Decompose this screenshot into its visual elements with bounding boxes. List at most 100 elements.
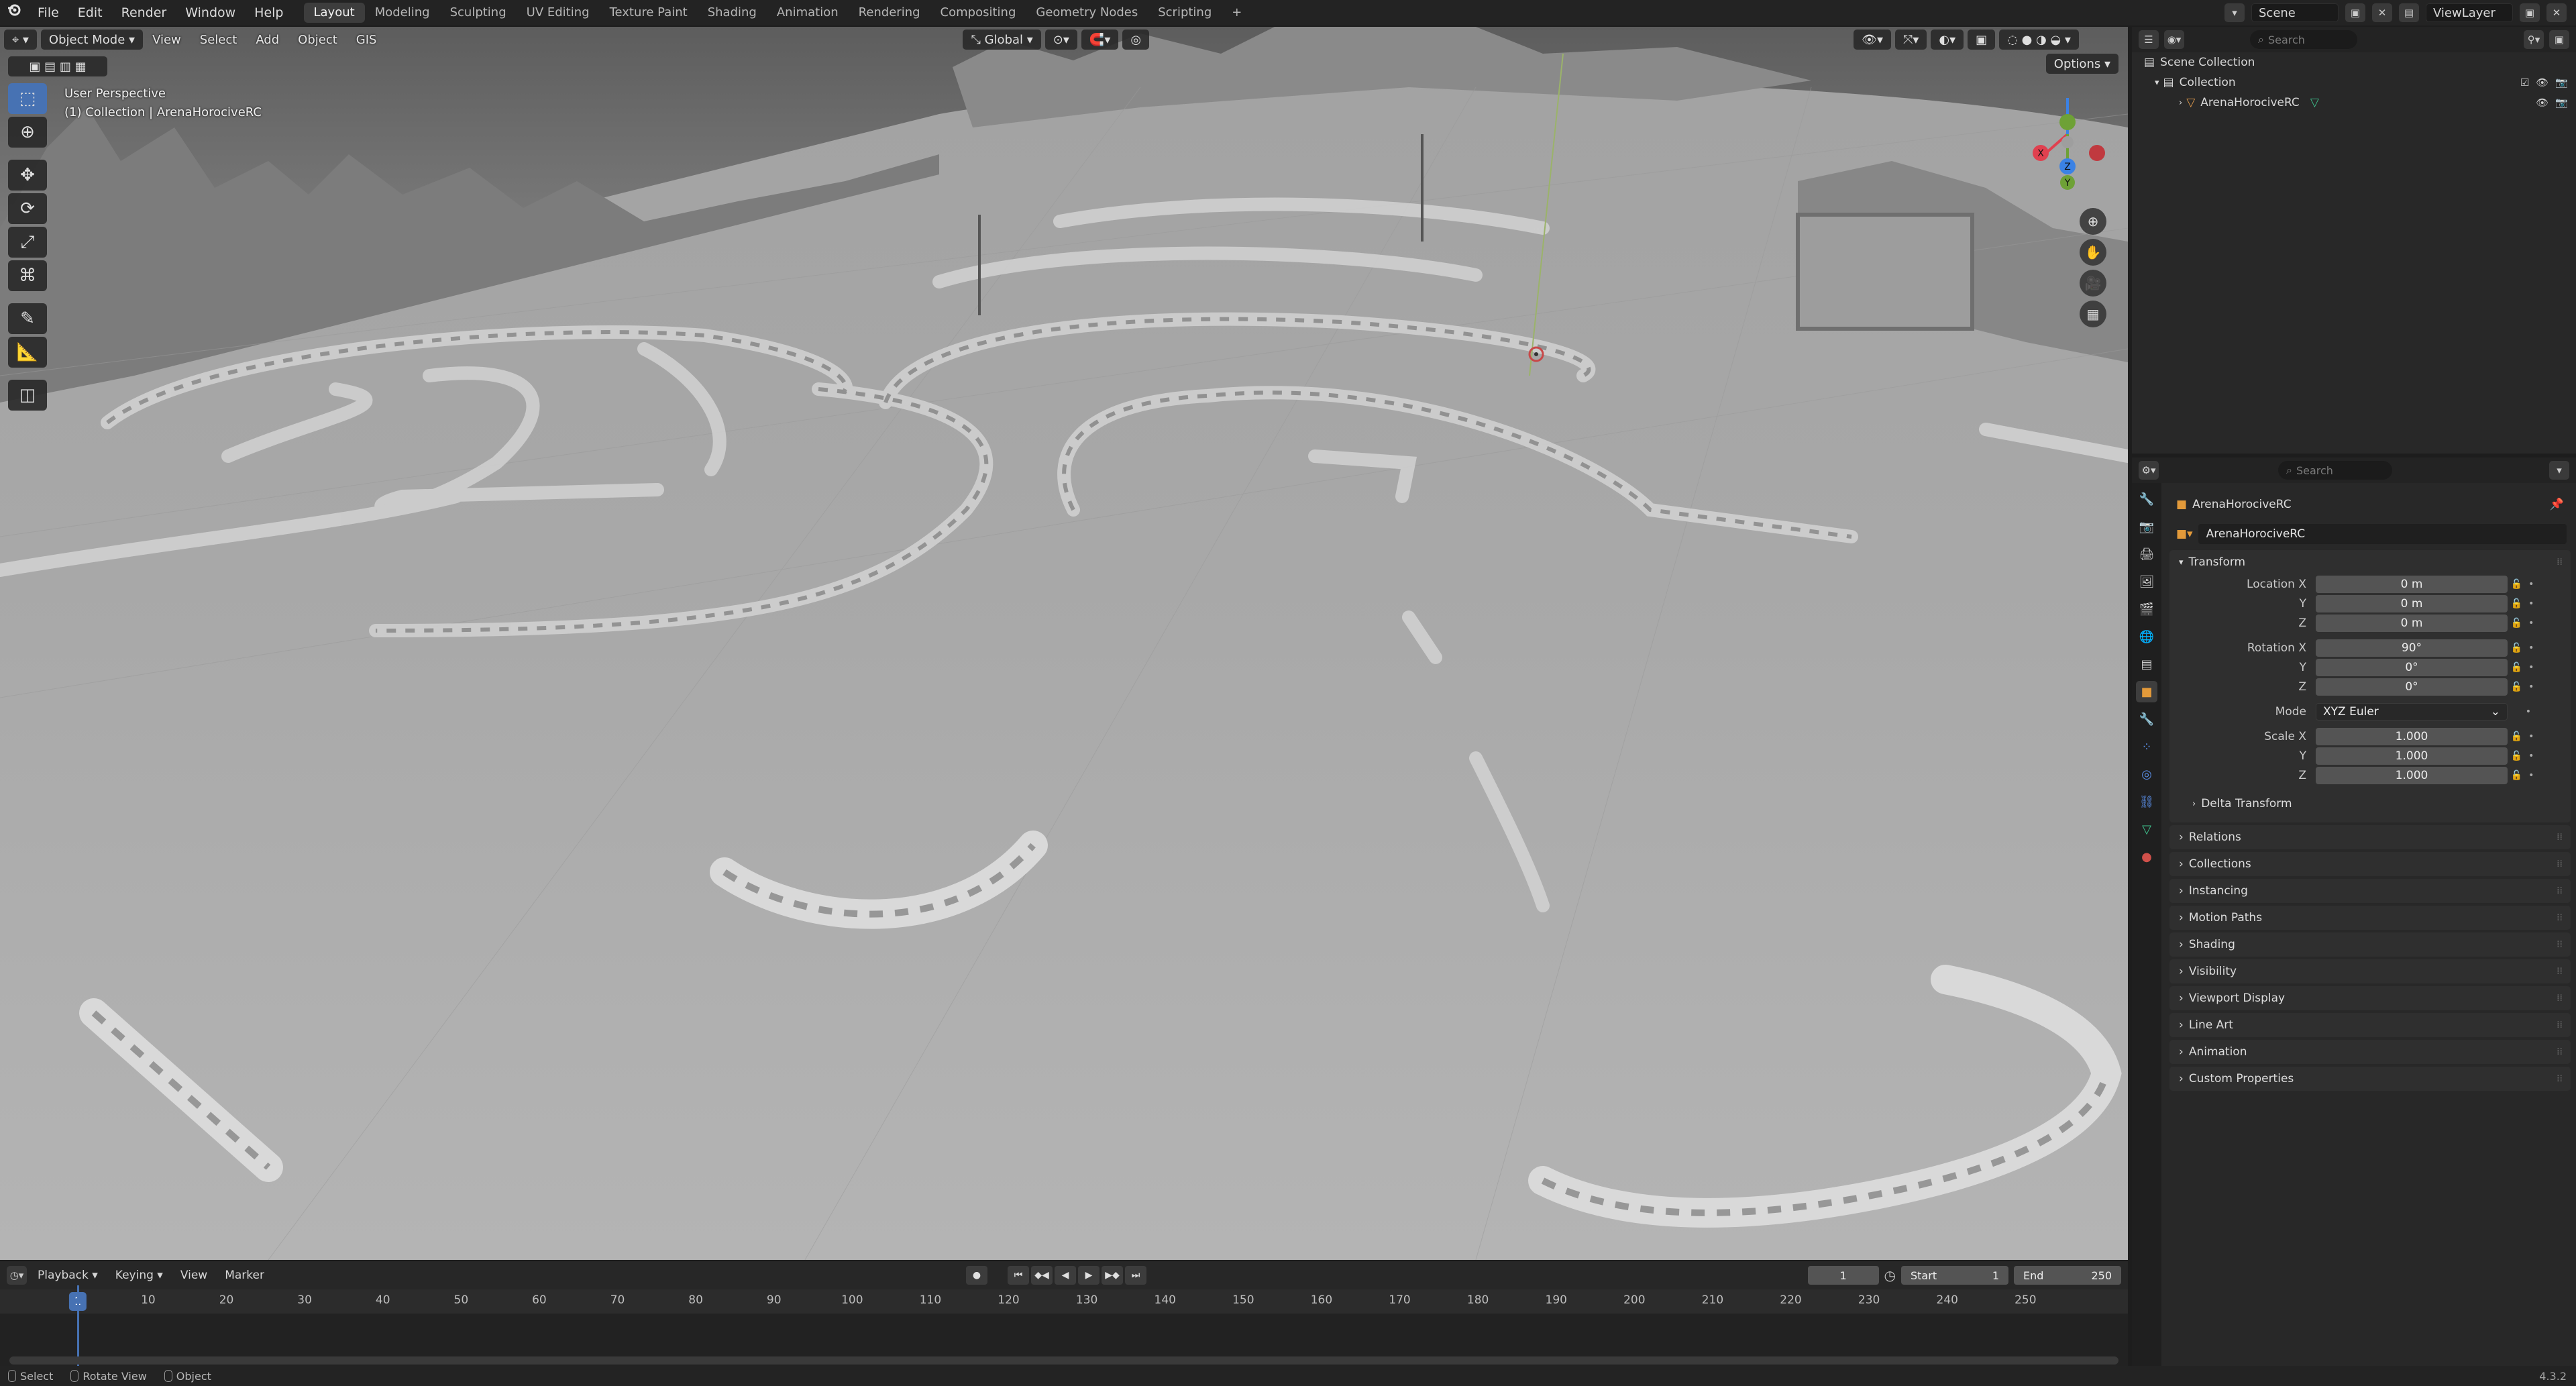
- render-camera-icon[interactable]: 📷: [2555, 97, 2568, 109]
- physics-tab-icon[interactable]: ◎: [2136, 763, 2157, 785]
- exclude-checkbox[interactable]: ☑: [2520, 76, 2529, 89]
- tree-row-scene-collection[interactable]: ▤ Scene Collection: [2132, 52, 2576, 72]
- visibility-eye-icon[interactable]: 👁: [2536, 76, 2548, 89]
- material-tab-icon[interactable]: ●: [2136, 846, 2157, 867]
- scale-x-field[interactable]: 1.000: [2316, 727, 2508, 745]
- overlay-toggle-icon[interactable]: ◐▾: [1931, 30, 1964, 50]
- blender-logo-icon[interactable]: [0, 0, 28, 25]
- visibility-icon[interactable]: 👁▾: [1854, 30, 1891, 50]
- tab-geometry-nodes[interactable]: Geometry Nodes: [1026, 3, 1148, 23]
- expand-arrow-icon[interactable]: ▾: [2155, 78, 2159, 88]
- play-icon[interactable]: ▶: [1078, 1266, 1099, 1285]
- transform-header[interactable]: ▾ Transform ⁞⁞: [2169, 550, 2571, 574]
- jump-start-icon[interactable]: ⏮: [1008, 1266, 1029, 1285]
- delete-scene-icon[interactable]: ✕: [2372, 3, 2392, 22]
- frame-ruler[interactable]: 10 20 30 40 50 60 70 80 90 100 110 120 130 140 150 160 1…: [0, 1289, 2128, 1314]
- view-layer-tab-icon[interactable]: 🖼: [2136, 571, 2157, 592]
- cursor-icon[interactable]: ⊕: [8, 117, 47, 148]
- snap-icon[interactable]: 🧲▾: [1081, 30, 1119, 50]
- viewport-menu-gis[interactable]: GIS: [347, 33, 386, 47]
- constraints-tab-icon[interactable]: ⛓: [2136, 791, 2157, 812]
- filter-icon[interactable]: ⚲▾: [2524, 30, 2544, 49]
- expand-arrow-icon[interactable]: ›: [2179, 98, 2182, 108]
- editor-type-icon[interactable]: ⌖ ▾: [4, 30, 37, 50]
- keyframe-dot-icon[interactable]: •: [2528, 579, 2534, 590]
- location-x-field[interactable]: 0 m: [2316, 575, 2508, 593]
- relations-section[interactable]: › Relations ⁞⁞: [2169, 825, 2571, 849]
- lock-icon[interactable]: 🔓: [2511, 643, 2522, 653]
- instancing-section[interactable]: › Instancing ⁞⁞: [2169, 879, 2571, 903]
- rotation-mode-dropdown[interactable]: XYZ Euler ⌄: [2316, 702, 2508, 721]
- pin-icon[interactable]: 📌: [2550, 498, 2564, 511]
- lock-icon[interactable]: 🔓: [2511, 618, 2522, 629]
- drag-handle-icon[interactable]: ⁞⁞: [2557, 832, 2563, 843]
- display-mode-icon[interactable]: ◉▾: [2164, 30, 2184, 49]
- menu-window[interactable]: Window: [176, 0, 245, 25]
- visibility-section[interactable]: › Visibility ⁞⁞: [2169, 959, 2571, 983]
- orientation-dropdown[interactable]: ⤡ Global ▾: [963, 30, 1041, 50]
- timeline-menu-keying[interactable]: Keying ▾: [109, 1269, 170, 1282]
- timeline-menu-marker[interactable]: Marker: [218, 1269, 271, 1282]
- transform-icon[interactable]: ⌘: [8, 260, 47, 291]
- viewport-menu-view[interactable]: View: [143, 33, 191, 47]
- keyframe-dot-icon[interactable]: •: [2528, 751, 2534, 761]
- menu-file[interactable]: File: [28, 0, 68, 25]
- 3d-viewport[interactable]: ⌖ ▾ Object Mode ▾ View Select Add Object…: [0, 27, 2128, 1260]
- jump-keyframe-back-icon[interactable]: ◆◀: [1031, 1266, 1053, 1285]
- play-reverse-icon[interactable]: ◀: [1055, 1266, 1076, 1285]
- drag-handle-icon[interactable]: ⁞⁞: [2557, 557, 2563, 568]
- custom-properties-section[interactable]: › Custom Properties ⁞⁞: [2169, 1067, 2571, 1091]
- keyframe-dot-icon[interactable]: •: [2528, 643, 2534, 653]
- jump-end-icon[interactable]: ⏭: [1125, 1266, 1146, 1285]
- drag-handle-icon[interactable]: ⁞⁞: [2557, 912, 2563, 923]
- render-camera-icon[interactable]: 📷: [2555, 76, 2568, 89]
- location-y-field[interactable]: 0 m: [2316, 594, 2508, 612]
- drag-handle-icon[interactable]: ⁞⁞: [2557, 993, 2563, 1004]
- preview-range-icon[interactable]: ◷: [1884, 1267, 1896, 1283]
- keyframe-dot-icon[interactable]: •: [2528, 598, 2534, 609]
- perspective-toggle-icon[interactable]: ▦: [2080, 301, 2106, 327]
- drag-handle-icon[interactable]: ⁞⁞: [2557, 886, 2563, 896]
- pan-hand-icon[interactable]: ✋: [2080, 239, 2106, 266]
- scene-tab-icon[interactable]: 🎬: [2136, 598, 2157, 620]
- particles-tab-icon[interactable]: ⁘: [2136, 736, 2157, 757]
- rotation-z-field[interactable]: 0°: [2316, 678, 2508, 696]
- view-layer-icon[interactable]: ▤: [2399, 3, 2419, 22]
- select-box-icon[interactable]: ⬚: [8, 83, 47, 114]
- current-frame-field[interactable]: 1: [1807, 1266, 1879, 1285]
- keyframe-dot-icon[interactable]: •: [2528, 731, 2534, 742]
- object-type-icon[interactable]: ■▾: [2176, 527, 2193, 541]
- lock-icon[interactable]: 🔓: [2511, 579, 2522, 590]
- tab-compositing[interactable]: Compositing: [930, 3, 1026, 23]
- viewport-menu-select[interactable]: Select: [191, 33, 247, 47]
- delete-view-layer-icon[interactable]: ✕: [2546, 3, 2567, 22]
- tab-uv-editing[interactable]: UV Editing: [517, 3, 600, 23]
- annotate-icon[interactable]: ✎: [8, 303, 47, 334]
- lock-icon[interactable]: 🔓: [2511, 598, 2522, 609]
- animation-section[interactable]: › Animation ⁞⁞: [2169, 1040, 2571, 1064]
- tool-tab-icon[interactable]: 🔧: [2136, 488, 2157, 510]
- location-z-field[interactable]: 0 m: [2316, 614, 2508, 632]
- tab-scripting[interactable]: Scripting: [1148, 3, 1222, 23]
- camera-view-icon[interactable]: 🎥: [2080, 270, 2106, 297]
- modifier-tab-icon[interactable]: 🔧: [2136, 708, 2157, 730]
- properties-editor-icon[interactable]: ⚙▾: [2139, 461, 2159, 480]
- outliner-editor-icon[interactable]: ☰: [2139, 30, 2159, 49]
- lock-icon[interactable]: 🔓: [2511, 682, 2522, 692]
- object-tab-icon[interactable]: ■: [2136, 681, 2157, 702]
- world-tab-icon[interactable]: 🌐: [2136, 626, 2157, 647]
- drag-handle-icon[interactable]: ⁞⁞: [2557, 939, 2563, 950]
- shading-section[interactable]: › Shading ⁞⁞: [2169, 932, 2571, 957]
- outliner-search-input[interactable]: ⌕ Search: [2250, 30, 2357, 49]
- menu-edit[interactable]: Edit: [68, 0, 112, 25]
- timeline-scrollbar[interactable]: [9, 1356, 2118, 1365]
- tree-row-collection[interactable]: ▾ ▤ Collection ☑ 👁 📷: [2132, 72, 2576, 93]
- pivot-icon[interactable]: ⊙▾: [1044, 30, 1077, 50]
- scale-y-field[interactable]: 1.000: [2316, 747, 2508, 765]
- start-frame-field[interactable]: Start 1: [1901, 1266, 2008, 1285]
- rotation-y-field[interactable]: 0°: [2316, 658, 2508, 676]
- options-dropdown[interactable]: Options ▾: [2045, 54, 2118, 74]
- viewport-menu-add[interactable]: Add: [246, 33, 288, 47]
- line-art-section[interactable]: › Line Art ⁞⁞: [2169, 1013, 2571, 1037]
- scale-z-field[interactable]: 1.000: [2316, 766, 2508, 784]
